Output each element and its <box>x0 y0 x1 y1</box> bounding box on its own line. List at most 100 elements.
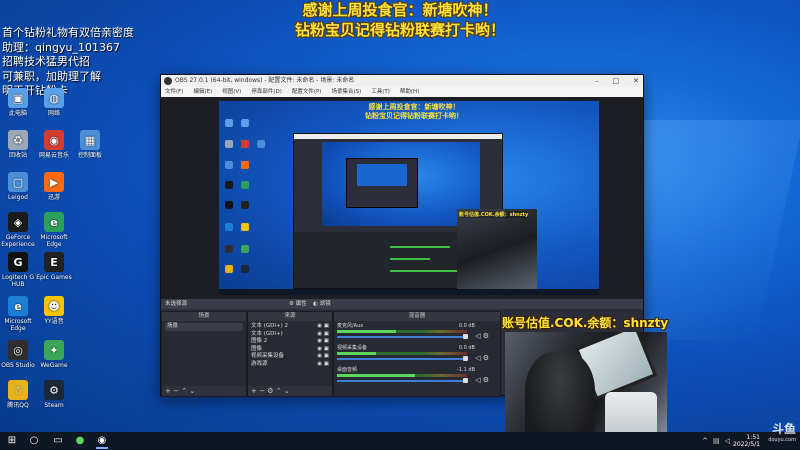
menu-help[interactable]: 帮助(H) <box>400 87 419 97</box>
move-down-icon[interactable]: ⌄ <box>284 387 290 395</box>
chevron-up-icon[interactable]: ^ <box>702 437 708 445</box>
nested-meter <box>390 258 430 260</box>
desktop-icon[interactable]: ✦ WeGame <box>36 340 72 369</box>
source-item[interactable]: 图像 2 ◉ ▣ <box>251 338 329 346</box>
remove-icon[interactable]: − <box>259 387 265 395</box>
move-up-icon[interactable]: ⌃ <box>276 387 282 395</box>
nested-meter <box>390 270 460 272</box>
source-item[interactable]: 视频采集设备 ◉ ▣ <box>251 353 329 361</box>
desktop-icon[interactable]: ▢ Leigod <box>0 172 36 201</box>
source-item[interactable]: 文本 (GDI+) ◉ ▣ <box>251 331 329 339</box>
add-icon[interactable]: + <box>251 387 257 395</box>
obs-preview[interactable]: 感谢上周投食官：新塘吹神！ 钻粉宝贝记得钻粉联赛打卡哟！ 账号估值.COK.余额… <box>161 97 643 299</box>
eye-lock-icon[interactable]: ◉ ▣ <box>317 353 329 361</box>
windows-start-icon[interactable]: ⊞ <box>6 435 18 447</box>
desktop-icon[interactable]: E Epic Games <box>36 252 72 281</box>
desktop-icon[interactable]: e Microsoft Edge <box>0 296 36 332</box>
desktop-icon[interactable]: ♻ 回收站 <box>0 130 36 159</box>
speaker-icon[interactable]: ◁ ⚙ <box>475 354 489 363</box>
menu-profile[interactable]: 配置文件(P) <box>292 87 322 97</box>
volume-slider[interactable] <box>337 358 465 360</box>
menu-file[interactable]: 文件(F) <box>165 87 183 97</box>
desktop-icon[interactable]: ◉ 网易云音乐 <box>36 130 72 159</box>
source-item-label: 图像 2 <box>251 338 268 344</box>
preview-icon <box>241 181 250 189</box>
clock[interactable]: 1:51 2022/5/1 <box>733 434 760 448</box>
source-item-label: 文本 (GDI+) <box>251 330 283 337</box>
desktop-icon[interactable]: G Logitech G HUB <box>0 252 36 288</box>
eye-lock-icon[interactable]: ◉ ▣ <box>317 331 329 339</box>
source-item-label: 游戏源 <box>251 360 268 367</box>
menu-scene-collection[interactable]: 场景集合(S) <box>331 87 361 97</box>
remove-icon[interactable]: − <box>173 387 179 395</box>
preview-icon <box>257 140 266 148</box>
desktop-icon-label: GeForce Experience <box>1 234 35 248</box>
preview-icon <box>241 201 250 209</box>
add-icon[interactable]: + <box>165 387 171 395</box>
properties-label: 属性 <box>295 301 307 307</box>
task-view-icon[interactable]: ▭ <box>52 435 64 447</box>
desktop-icon[interactable]: ☻ YY语音 <box>36 296 72 325</box>
desktop-icon[interactable]: e Microsoft Edge <box>36 212 72 248</box>
source-item[interactable]: 游戏源 ◉ ▣ <box>251 361 329 369</box>
search-icon[interactable]: ○ <box>28 435 40 447</box>
desktop-icon[interactable]: ◍ 网络 <box>36 88 72 117</box>
volume-meter-fill <box>337 352 376 355</box>
properties-button[interactable]: ⚙ 属性 <box>289 299 307 309</box>
preview-icon <box>241 119 250 127</box>
gear-icon[interactable]: ⚙ <box>267 387 273 395</box>
menu-tools[interactable]: 工具(T) <box>371 87 390 97</box>
scene-item[interactable]: 场景 <box>165 323 243 331</box>
desktop-icon-label: Microsoft Edge <box>4 318 32 332</box>
wegame-taskbar-icon[interactable]: ● <box>74 435 86 447</box>
preview-icon <box>225 245 233 253</box>
desktop-icon[interactable]: ▶ 迅游 <box>36 172 72 201</box>
geforce-icon: ◈ <box>8 212 28 232</box>
network-icon[interactable]: ▤ <box>713 437 720 445</box>
volume-slider[interactable] <box>337 336 465 338</box>
eye-lock-icon[interactable]: ◉ ▣ <box>317 346 329 354</box>
sources-panel: 来源 文本 (GDI+) 2 ◉ ▣ 文本 (GDI+) ◉ ▣ 图像 2 ◉ ▣ 图像 ◉ … <box>247 311 333 397</box>
minimize-icon[interactable]: – <box>595 75 599 87</box>
eye-lock-icon[interactable]: ◉ ▣ <box>317 361 329 369</box>
filters-button[interactable]: ◐ 滤镜 <box>313 299 331 309</box>
preview-icon <box>225 201 233 209</box>
eye-lock-icon[interactable]: ◉ ▣ <box>317 323 329 331</box>
speaker-icon[interactable]: ◁ ⚙ <box>475 332 489 341</box>
desktop-icon-label: Microsoft Edge <box>40 234 68 248</box>
speaker-icon[interactable]: ◁ ⚙ <box>475 376 489 385</box>
preview-icon <box>241 223 250 231</box>
source-item[interactable]: 文本 (GDI+) 2 ◉ ▣ <box>251 323 329 331</box>
move-up-icon[interactable]: ⌃ <box>181 387 187 395</box>
menu-docks[interactable]: 停靠部件(D) <box>251 87 282 97</box>
mixer-track: 桌面音频 -1.1 dB ◁ ⚙ <box>337 367 497 389</box>
eye-lock-icon[interactable]: ◉ ▣ <box>317 338 329 346</box>
preview-canvas: 感谢上周投食官：新塘吹神！ 钻粉宝贝记得钻粉联赛打卡哟！ 账号估值.COK.余额… <box>219 101 599 295</box>
volume-slider-knob[interactable] <box>463 334 468 339</box>
recycle-bin-icon: ♻ <box>8 130 28 150</box>
desktop-icon[interactable]: ⚙ Steam <box>36 380 72 409</box>
desktop-icon[interactable]: ☃ 腾讯QQ <box>0 380 36 409</box>
windows-taskbar: ⊞ ○ ▭ ● ◉ ^ ▤ ◁ 1:51 2022/5/1 <box>0 432 800 450</box>
scenes-panel: 场景 场景 + − ⌃ ⌄ <box>161 311 247 397</box>
volume-slider-knob[interactable] <box>463 356 468 361</box>
volume-icon[interactable]: ◁ <box>725 437 730 445</box>
menu-view[interactable]: 视图(V) <box>222 87 241 97</box>
desktop-icon[interactable]: ◈ GeForce Experience <box>0 212 36 248</box>
desktop-icon[interactable]: ▦ 控制面板 <box>72 130 108 159</box>
source-toolbar: 未选择源 ⚙ 属性 ◐ 滤镜 <box>161 299 643 309</box>
preview-icon <box>225 140 233 148</box>
desktop-icon-label: 网易云音乐 <box>38 152 69 159</box>
close-icon[interactable]: ✕ <box>633 75 639 87</box>
desktop-icon[interactable]: ▣ 此电脑 <box>0 88 36 117</box>
obs-taskbar-icon[interactable]: ◉ <box>96 435 108 449</box>
desktop-icon[interactable]: ◎ OBS Studio <box>0 340 36 369</box>
maximize-icon[interactable]: □ <box>613 75 620 87</box>
obs-title-bar[interactable]: OBS 27.0.1 (64-bit, windows) - 配置文件: 未命名… <box>161 75 643 87</box>
source-item[interactable]: 图像 ◉ ▣ <box>251 346 329 354</box>
volume-slider-knob[interactable] <box>463 378 468 383</box>
desktop-icon-label: WeGame <box>40 362 68 369</box>
move-down-icon[interactable]: ⌄ <box>189 387 195 395</box>
volume-slider[interactable] <box>337 380 465 382</box>
menu-edit[interactable]: 编辑(E) <box>193 87 212 97</box>
